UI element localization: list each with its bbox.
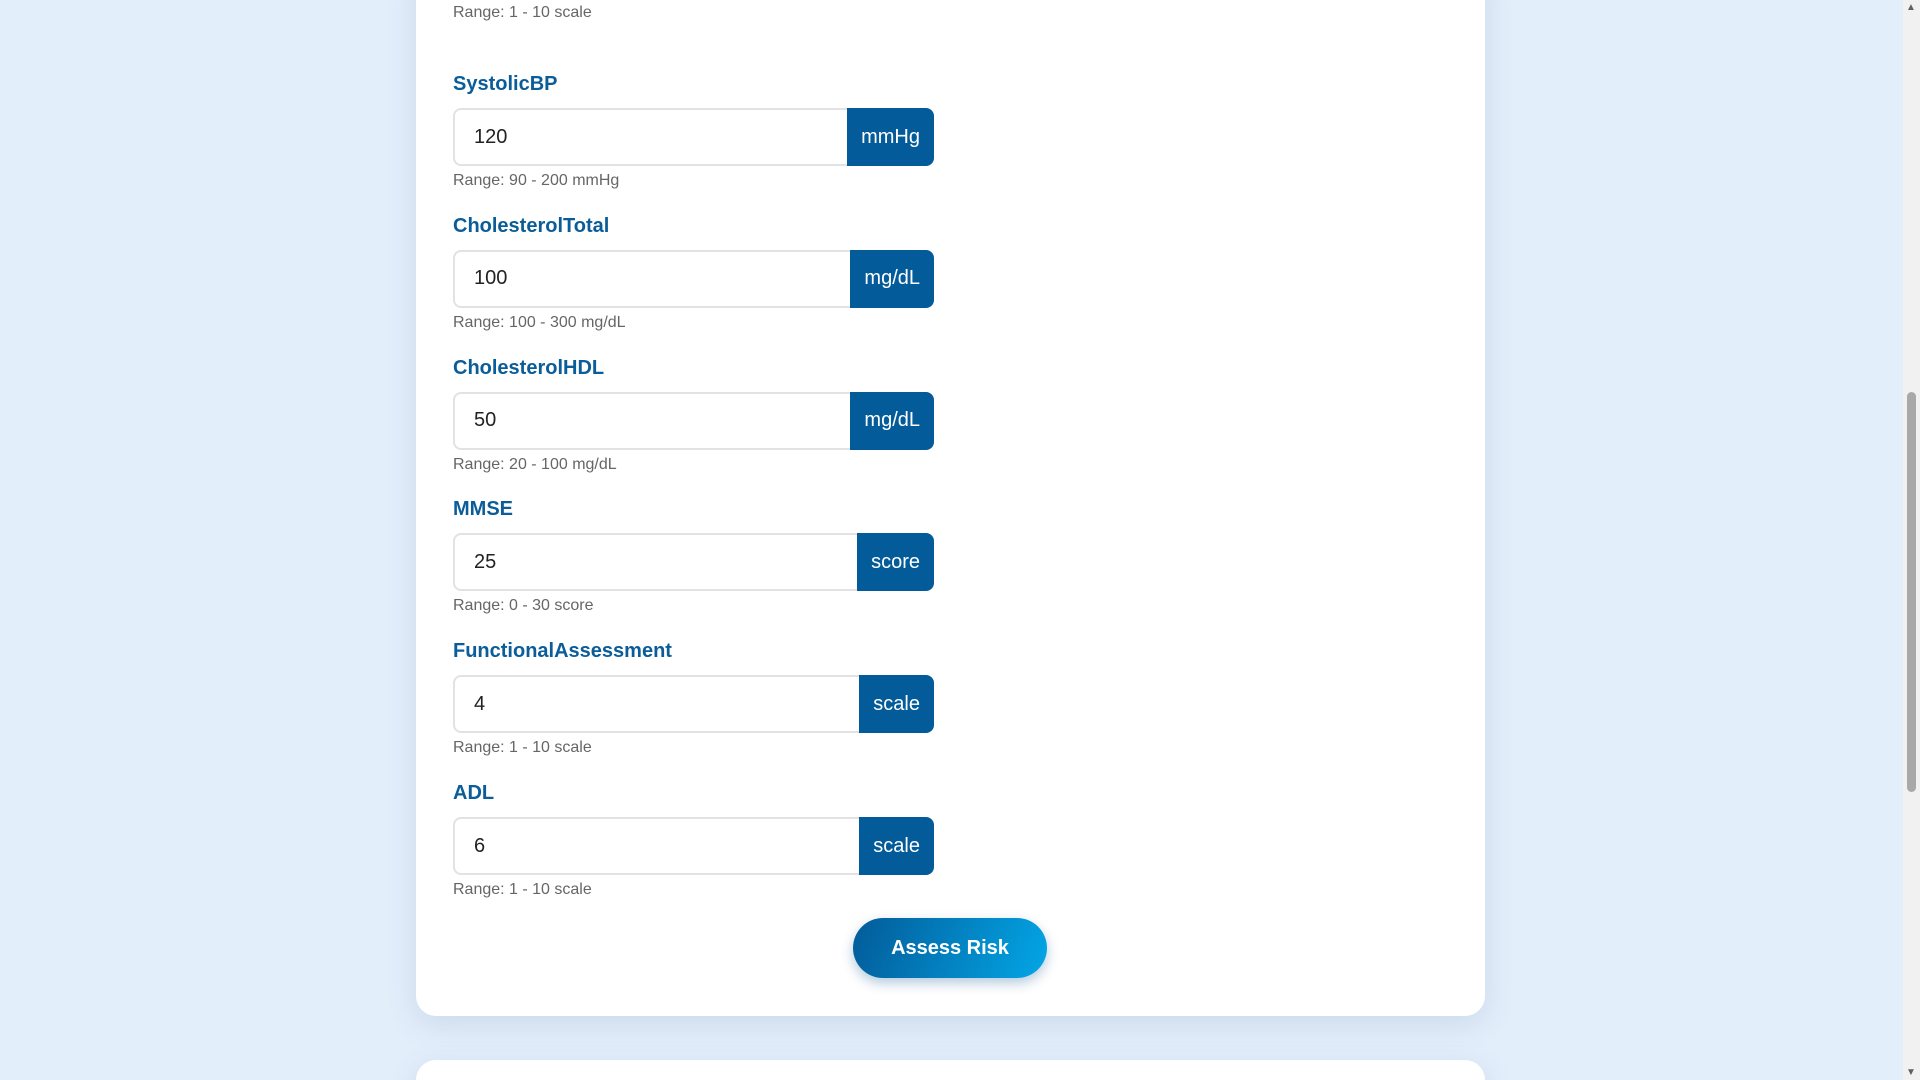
field-label: MMSE <box>453 498 513 521</box>
scrollbar-thumb[interactable] <box>1907 392 1916 792</box>
input-group: mmHg <box>453 108 934 166</box>
range-hint: Range: 1 - 10 scale <box>453 4 592 21</box>
field-mmse: MMSE score Range: 0 - 30 score <box>453 498 934 615</box>
input-group: score <box>453 533 934 592</box>
adl-input[interactable] <box>453 817 860 875</box>
scrollbar[interactable]: ▲ ▼ <box>1903 0 1920 1080</box>
unit-addon: mg/dL <box>850 249 934 308</box>
unit-addon: mmHg <box>847 108 934 166</box>
unit-addon: score <box>857 533 934 592</box>
field-label: CholesterolTotal <box>453 214 610 237</box>
field-functionalassessment: FunctionalAssessment scale Range: 1 - 10… <box>453 640 934 757</box>
assessment-form-card: scale Range: 1 - 10 scale SystolicBP mmH… <box>416 0 1485 1016</box>
unit-addon: scale <box>859 817 934 875</box>
input-group: mg/dL <box>453 249 934 308</box>
range-hint: Range: 0 - 30 score <box>453 597 594 615</box>
results-card <box>416 1060 1485 1080</box>
cholesteroltotal-input[interactable] <box>453 249 851 308</box>
field-adl: ADL scale Range: 1 - 10 scale <box>453 782 934 899</box>
cholesterolhdl-input[interactable] <box>453 391 851 450</box>
assess-risk-button[interactable]: Assess Risk <box>853 918 1047 978</box>
range-hint: Range: 100 - 300 mg/dL <box>453 313 626 331</box>
input-group: mg/dL <box>453 391 934 450</box>
unit-addon: scale <box>859 675 934 734</box>
field-label: SystolicBP <box>453 73 558 95</box>
range-hint: Range: 90 - 200 mmHg <box>453 172 620 189</box>
field-previous: scale Range: 1 - 10 scale <box>453 0 934 22</box>
mmse-input[interactable] <box>453 533 858 592</box>
functionalassessment-input[interactable] <box>453 675 860 734</box>
input-group: scale <box>453 817 934 875</box>
input-group: scale <box>453 675 934 734</box>
scroll-down-icon[interactable]: ▼ <box>1906 1067 1916 1078</box>
scroll-up-icon[interactable]: ▲ <box>1906 2 1916 13</box>
field-label: FunctionalAssessment <box>453 640 672 663</box>
field-cholesterolhdl: CholesterolHDL mg/dL Range: 20 - 100 mg/… <box>453 357 934 474</box>
field-label: ADL <box>453 782 495 804</box>
field-cholesteroltotal: CholesterolTotal mg/dL Range: 100 - 300 … <box>453 215 934 332</box>
range-hint: Range: 1 - 10 scale <box>453 739 592 757</box>
unit-addon: mg/dL <box>850 391 934 450</box>
field-systolicbp: SystolicBP mmHg Range: 90 - 200 mmHg <box>453 73 934 190</box>
range-hint: Range: 1 - 10 scale <box>453 881 592 898</box>
systolicbp-input[interactable] <box>453 108 848 166</box>
field-label: CholesterolHDL <box>453 356 605 379</box>
range-hint: Range: 20 - 100 mg/dL <box>453 455 617 473</box>
